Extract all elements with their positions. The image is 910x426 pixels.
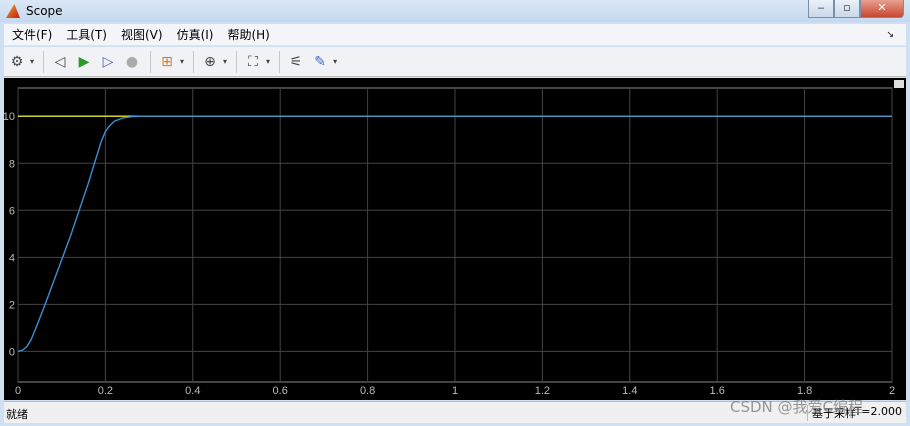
dock-pin-icon[interactable]: ↘ [886, 30, 894, 40]
chevron-down-icon[interactable]: ▾ [266, 57, 270, 66]
chevron-down-icon[interactable]: ▾ [180, 57, 184, 66]
close-button[interactable]: ✕ [860, 0, 904, 18]
y-tick-label: 4 [9, 252, 15, 264]
menu-tools[interactable]: 工具(T) [66, 26, 107, 43]
maximize-button[interactable]: ▫ [834, 0, 860, 18]
x-tick-label: 0 [15, 385, 21, 397]
chevron-down-icon[interactable]: ▾ [333, 57, 337, 66]
divider [236, 50, 238, 73]
scope-plot[interactable]: 0 0.2 0.4 0.6 0.8 1 1.2 1.4 1.6 1.8 2 0 2 4 6 8 10 [4, 78, 906, 400]
chevron-down-icon[interactable]: ▾ [223, 57, 227, 66]
expand-legend-icon[interactable] [894, 80, 904, 88]
x-tick-label: 0.2 [98, 385, 113, 397]
measurement-ruler-icon[interactable]: ✎ [309, 51, 331, 73]
window-title: Scope [26, 4, 63, 18]
run-button[interactable]: ▶ [73, 51, 95, 73]
y-tick-label: 6 [9, 205, 15, 217]
divider [43, 50, 45, 73]
step-forward-icon[interactable]: ▷ [97, 51, 119, 73]
x-tick-label: 1 [452, 385, 458, 397]
y-tick-label: 8 [9, 158, 15, 170]
toolbar: ⚙ ▾ ◁ ▶ ▷ ● ⊞ ▾ ⊕ ▾ ⛶ ▾ ⚟ ✎ ▾ [4, 47, 906, 77]
y-tick-label: 0 [9, 346, 15, 358]
menu-file[interactable]: 文件(F) [12, 26, 52, 43]
divider [150, 50, 152, 73]
autoscale-icon[interactable]: ⛶ [242, 51, 264, 73]
title-bar: Scope ‒ ▫ ✕ [0, 0, 910, 22]
zoom-in-icon[interactable]: ⊕ [199, 51, 221, 73]
x-tick-label: 0.4 [185, 385, 200, 397]
plot-canvas: 0 0.2 0.4 0.6 0.8 1 1.2 1.4 1.6 1.8 20246810 [4, 80, 904, 397]
x-tick-label: 2 [889, 385, 895, 397]
menu-help[interactable]: 帮助(H) [227, 26, 269, 43]
chevron-down-icon[interactable]: ▾ [30, 57, 34, 66]
menu-bar: 文件(F) 工具(T) 视图(V) 仿真(I) 帮助(H) ↘ [4, 24, 906, 46]
x-tick-label: 1.4 [622, 385, 637, 397]
signal-highlight-icon[interactable]: ⊞ [156, 51, 178, 73]
y-tick-label: 10 [4, 111, 15, 123]
menu-view[interactable]: 视图(V) [121, 26, 163, 43]
watermark: CSDN @我爱C编程 [730, 398, 864, 416]
divider [279, 50, 281, 73]
x-tick-label: 1.6 [710, 385, 725, 397]
x-tick-label: 1.2 [535, 385, 550, 397]
divider [193, 50, 195, 73]
x-tick-label: 0.6 [273, 385, 288, 397]
status-ready: 就绪 [6, 408, 28, 421]
settings-gear-icon[interactable]: ⚙ [6, 51, 28, 73]
x-tick-label: 0.8 [360, 385, 375, 397]
minimize-button[interactable]: ‒ [808, 0, 834, 18]
y-tick-label: 2 [9, 299, 15, 311]
trigger-icon[interactable]: ⚟ [285, 51, 307, 73]
stop-button[interactable]: ● [121, 51, 143, 73]
step-back-icon[interactable]: ◁ [49, 51, 71, 73]
menu-simulation[interactable]: 仿真(I) [177, 26, 214, 43]
matlab-logo-icon [6, 4, 20, 18]
